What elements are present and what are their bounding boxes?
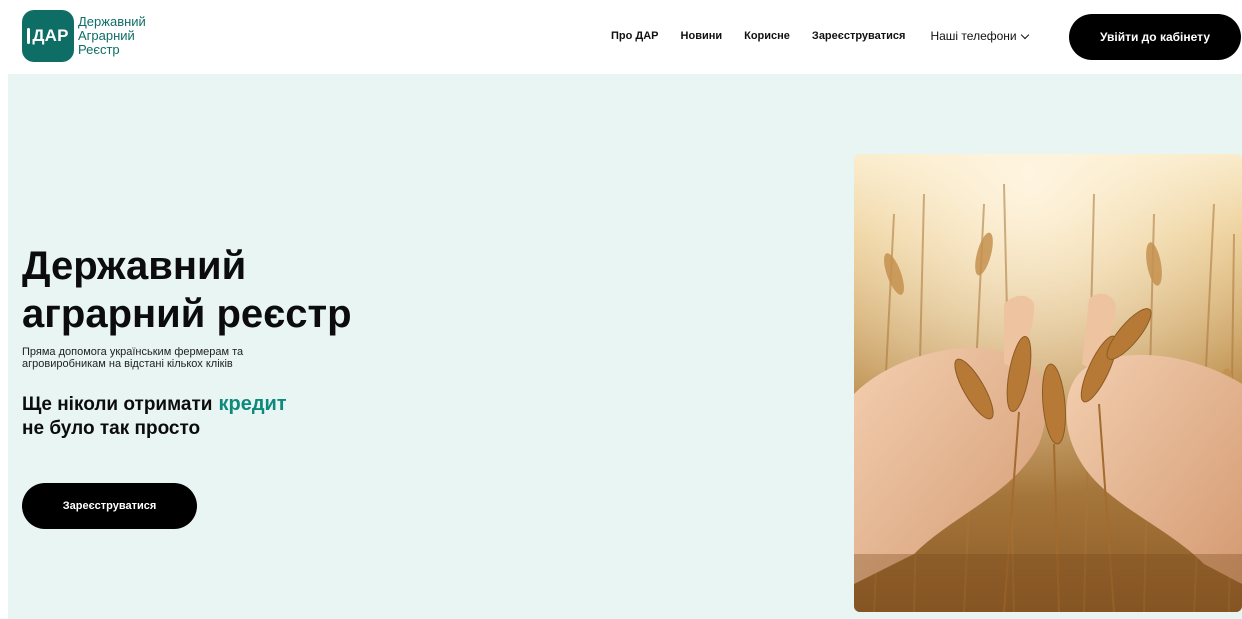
logo-line-2: Аграрний [78,28,135,43]
nav-link-about[interactable]: Про ДАР [611,30,659,42]
logo-line-3: Реєстр [78,42,120,57]
hero-subtitle: Пряма допомога українським фермерам та а… [22,346,322,370]
nav-link-register[interactable]: Зареєструватися [812,30,906,42]
logo-badge-text: ДАР [32,26,69,45]
hero-tagline-accent: кредит [218,393,287,415]
hero-wheat-photo [854,154,1242,612]
nav-phones-dropdown[interactable]: Наші телефони [930,29,1029,43]
login-cabinet-button[interactable]: Увійти до кабінету [1069,14,1241,60]
hero-title-line-1: Державний [22,244,247,288]
nav-link-useful[interactable]: Корисне [744,30,790,42]
chevron-down-icon [1020,30,1029,39]
logo-line-1: Державний [78,14,146,29]
site-header: ДАР Державний Аграрний Реєстр Про ДАР Но… [0,0,1242,74]
nav-link-news[interactable]: Новини [681,30,723,42]
main-nav: Про ДАР Новини Корисне Зареєструватися Н… [611,29,1029,43]
nav-phones-label: Наші телефони [930,29,1017,43]
hero-title: Державний аграрний реєстр [22,242,542,338]
wheat-field-image [854,154,1242,612]
hero-tagline-line-2: не було так просто [22,418,201,439]
logo-text: Державний Аграрний Реєстр [78,15,146,57]
hero-title-line-2: аграрний реєстр [22,292,352,336]
hero-tagline: Ще ніколи отримати кредит не було так про… [22,392,352,441]
hero-tagline-part-1: Ще ніколи отримати [22,394,213,415]
hero-subtitle-line-1: Пряма допомога українським фермерам та [22,346,244,358]
wheat-ear-icon [27,28,31,44]
logo-badge: ДАР [22,10,74,62]
hero-register-button[interactable]: Зареєструватися [22,483,197,529]
hero-section: Державний аграрний реєстр Пряма допомога… [8,74,1242,619]
hero-subtitle-line-2: агровиробникам на відстані кількох клікі… [22,358,233,370]
logo[interactable]: ДАР Державний Аграрний Реєстр [22,10,146,62]
